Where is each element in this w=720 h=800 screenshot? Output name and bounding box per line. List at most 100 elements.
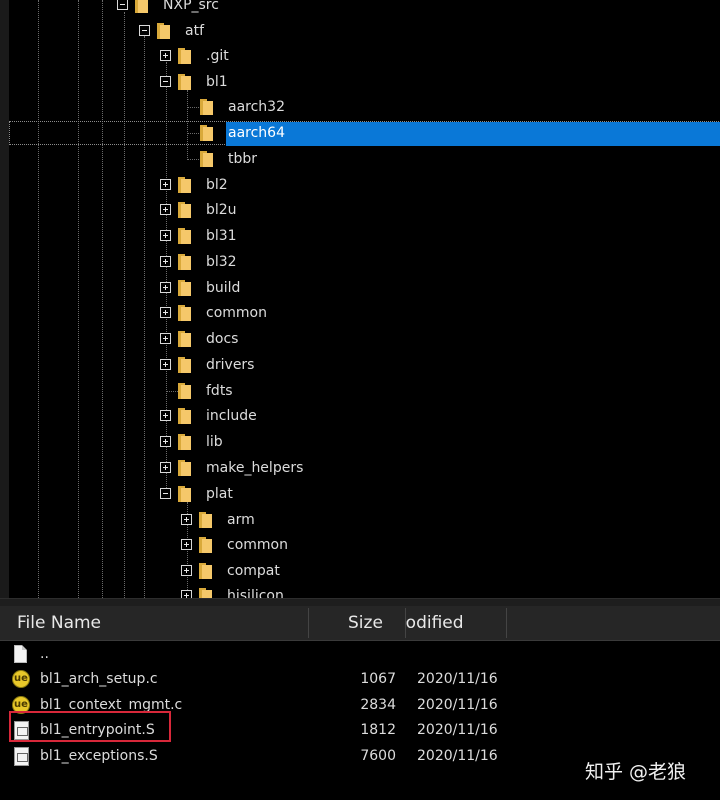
tree-guide-line [38, 0, 39, 598]
tree-node-label: lib [206, 434, 223, 450]
tree-node-label: aarch32 [228, 99, 285, 115]
tree-node-label: bl2u [206, 202, 237, 218]
folder-icon [200, 125, 213, 141]
folder-icon [178, 434, 191, 450]
expand-icon[interactable] [181, 590, 192, 598]
tree-node-label: arm [227, 512, 255, 528]
file-modified: 2020/11/16 [417, 722, 498, 738]
expand-icon[interactable] [160, 282, 171, 293]
file-list-header: File Name Size Modified [0, 606, 720, 641]
folder-tree[interactable]: NXP_src atf .git bl1 aarch32 aarch64 tbb… [0, 0, 720, 598]
expand-icon[interactable] [160, 333, 171, 344]
tree-node-label: hisilicon [227, 588, 284, 598]
tree-node-label: common [206, 305, 267, 321]
file-row[interactable]: .. [0, 641, 720, 667]
c-source-icon: ue [12, 670, 30, 689]
folder-icon [178, 305, 191, 321]
tree-guide-line [78, 0, 79, 598]
parent-dir-icon [12, 645, 30, 664]
expand-icon[interactable] [160, 179, 171, 190]
collapse-icon[interactable] [139, 25, 150, 36]
folder-icon [178, 486, 191, 502]
folder-icon [157, 23, 170, 39]
folder-icon [178, 408, 191, 424]
tree-connector [187, 159, 201, 160]
file-size: 2834 [360, 697, 396, 713]
folder-icon [178, 331, 191, 347]
expand-icon[interactable] [160, 230, 171, 241]
folder-icon [178, 280, 191, 296]
folder-icon [199, 512, 212, 528]
file-name: bl1_arch_setup.c [40, 671, 158, 687]
tree-connector [187, 107, 201, 108]
asm-file-icon [12, 747, 30, 766]
tree-node-label: docs [206, 331, 239, 347]
folder-icon [178, 383, 191, 399]
tree-left-edge [0, 0, 9, 598]
collapse-icon[interactable] [160, 76, 171, 87]
expand-icon[interactable] [181, 565, 192, 576]
folder-icon [178, 48, 191, 64]
folder-icon [178, 228, 191, 244]
expand-icon[interactable] [160, 204, 171, 215]
column-header-size[interactable]: Size [348, 606, 404, 640]
file-size: 1067 [360, 671, 396, 687]
tree-node-label: bl2 [206, 177, 228, 193]
tree-node-label: bl1 [206, 74, 228, 90]
folder-icon [200, 99, 213, 115]
folder-icon [199, 563, 212, 579]
folder-icon [200, 151, 213, 167]
expand-icon[interactable] [160, 410, 171, 421]
tree-node-label: include [206, 408, 257, 424]
collapse-icon[interactable] [160, 488, 171, 499]
folder-icon [178, 177, 191, 193]
file-row[interactable]: ue bl1_arch_setup.c 1067 2020/11/16 [0, 666, 720, 692]
tree-node-label: common [227, 537, 288, 553]
folder-icon [199, 537, 212, 553]
watermark: 知乎 @老狼 [585, 761, 687, 783]
tree-node-label: fdts [206, 383, 233, 399]
expand-icon[interactable] [160, 256, 171, 267]
file-modified: 2020/11/16 [417, 748, 498, 764]
folder-icon [135, 0, 148, 13]
folder-icon [178, 460, 191, 476]
tree-node-label: bl32 [206, 254, 237, 270]
tree-guide-line [124, 12, 125, 598]
expand-icon[interactable] [160, 462, 171, 473]
tree-node-label: plat [206, 486, 233, 502]
expand-icon[interactable] [160, 307, 171, 318]
file-modified: 2020/11/16 [417, 697, 498, 713]
tree-node-label: build [206, 280, 241, 296]
folder-icon [199, 588, 212, 598]
tree-node-label: tbbr [228, 151, 258, 167]
folder-icon [178, 357, 191, 373]
tree-selection-highlight [226, 122, 720, 146]
expand-icon[interactable] [160, 359, 171, 370]
expand-icon[interactable] [160, 436, 171, 447]
tree-node-label: aarch64 [228, 125, 285, 141]
tree-guide-line [102, 0, 103, 598]
column-header-modified[interactable]: Modified [406, 606, 506, 640]
tree-node-label: compat [227, 563, 280, 579]
expand-icon[interactable] [181, 514, 192, 525]
expand-icon[interactable] [160, 50, 171, 61]
column-header-file-name[interactable]: File Name [17, 606, 307, 640]
tree-node-label: NXP_src [163, 0, 219, 13]
annotation-highlight-box [9, 711, 171, 742]
file-size: 1812 [360, 722, 396, 738]
tree-node-label: atf [185, 23, 204, 39]
folder-icon [178, 254, 191, 270]
tree-node-label: drivers [206, 357, 255, 373]
column-separator[interactable] [506, 608, 507, 638]
file-name: .. [40, 646, 49, 662]
tree-node-label: bl31 [206, 228, 237, 244]
tree-node-label: make_helpers [206, 460, 304, 476]
folder-icon [178, 202, 191, 218]
tree-node-label: .git [206, 48, 229, 64]
file-size: 7600 [360, 748, 396, 764]
column-separator[interactable] [308, 608, 309, 638]
file-modified: 2020/11/16 [417, 671, 498, 687]
collapse-icon[interactable] [117, 0, 128, 10]
folder-icon [178, 74, 191, 90]
expand-icon[interactable] [181, 539, 192, 550]
